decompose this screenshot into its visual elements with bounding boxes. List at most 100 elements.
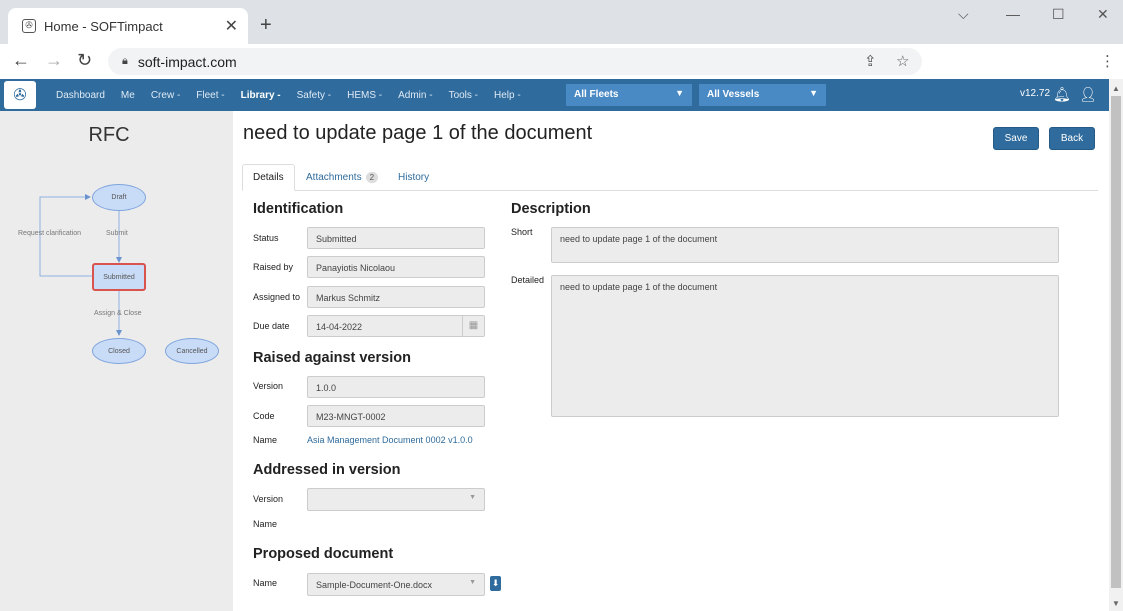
page-title: need to update page 1 of the document (243, 122, 593, 144)
raised-code-label: Code (253, 411, 275, 421)
calendar-icon[interactable]: ▦ (462, 316, 484, 336)
addressed-name-label: Name (253, 519, 278, 529)
assigned-to-value: Markus Schmitz (316, 293, 381, 303)
raised-against-heading: Raised against version (253, 350, 411, 366)
site-favicon-icon: ✇ (22, 19, 36, 33)
bookmark-star-icon[interactable]: ☆ (896, 52, 909, 70)
raised-by-label: Raised by (253, 262, 294, 272)
tab-details[interactable]: Details (242, 164, 295, 191)
status-field: Submitted (307, 227, 485, 249)
nav-crew[interactable]: Crew - (143, 90, 188, 101)
flow-label-submit: Submit (106, 230, 128, 237)
nav-tools[interactable]: Tools - (441, 90, 486, 101)
proposed-document-heading: Proposed document (253, 546, 394, 562)
fleet-select-value: All Fleets (574, 89, 619, 100)
detailed-description-value: need to update page 1 of the document (560, 282, 718, 292)
dropdown-caret-icon: ▼ (809, 88, 818, 98)
tab-history-label: History (398, 172, 430, 183)
raised-by-field: Panayiotis Nicolaou (307, 256, 485, 278)
browser-menu-icon[interactable]: ⋮ (1100, 52, 1115, 70)
share-icon[interactable]: ⇪ (864, 52, 877, 70)
dropdown-caret-icon: ▼ (469, 579, 476, 586)
user-profile-icon[interactable]: 👤︎ (1079, 86, 1097, 103)
raised-document-link[interactable]: Asia Management Document 0002 v1.0.0 (307, 435, 473, 445)
tab-search-icon[interactable]: ⌵ (958, 6, 969, 23)
nav-dashboard[interactable]: Dashboard (48, 90, 113, 101)
raised-version-value: 1.0.0 (316, 383, 337, 393)
workflow-node-submitted: Submitted (92, 263, 146, 291)
raised-by-value: Panayiotis Nicolaou (316, 263, 396, 273)
workflow-node-closed: Closed (92, 338, 146, 364)
workflow-title: RFC (88, 124, 130, 146)
short-description-value: need to update page 1 of the document (560, 234, 718, 244)
url-text: soft-impact.com (137, 53, 237, 70)
fleet-select[interactable]: All Fleets ▼ (566, 84, 692, 106)
lock-icon: 🔒︎ (122, 55, 128, 67)
raised-version-field: 1.0.0 (307, 376, 485, 398)
app-version: v12.72 (1020, 88, 1051, 99)
proposed-name-label: Name (253, 578, 278, 588)
raised-name-label: Name (253, 435, 278, 445)
due-date-value: 14-04-2022 (316, 322, 363, 332)
assigned-to-field: Markus Schmitz (307, 286, 485, 308)
tab-history[interactable]: History (388, 164, 439, 191)
scroll-up-arrow-icon[interactable]: ▲ (1112, 84, 1120, 93)
raised-version-label: Version (253, 381, 284, 391)
new-tab-icon[interactable]: + (260, 14, 272, 37)
scroll-down-arrow-icon[interactable]: ▼ (1112, 599, 1120, 608)
browser-tab[interactable]: ✇ Home - SOFTimpact ✕ (8, 8, 248, 44)
window-close-icon[interactable]: ✕ (1097, 6, 1109, 23)
reload-icon[interactable]: ↻ (77, 50, 92, 71)
nav-fleet[interactable]: Fleet - (188, 90, 232, 101)
short-description-field: need to update page 1 of the document (551, 227, 1059, 263)
tab-details-label: Details (253, 172, 284, 183)
attachments-count-badge: 2 (365, 172, 379, 183)
notification-bell-icon[interactable]: 🔔︎ (1053, 86, 1071, 103)
dropdown-caret-icon: ▼ (469, 494, 476, 501)
identification-heading: Identification (253, 201, 344, 217)
workflow-node-cancelled: Cancelled (165, 338, 219, 364)
softimpact-logo-icon[interactable]: ✇ (4, 81, 36, 109)
url-input[interactable]: 🔒︎ soft-impact.com (108, 48, 922, 75)
tab-attachments[interactable]: Attachments 2 (296, 164, 388, 191)
workflow-node-draft: Draft (92, 184, 146, 211)
forward-arrow-icon[interactable]: → (45, 50, 63, 71)
addressed-in-heading: Addressed in version (253, 462, 401, 478)
nav-hems[interactable]: HEMS - (339, 90, 390, 101)
vessel-select-value: All Vessels (707, 89, 760, 100)
detailed-description-field: need to update page 1 of the document (551, 275, 1059, 417)
short-label: Short (511, 227, 533, 237)
detailed-label: Detailed (511, 275, 545, 285)
due-date-label: Due date (253, 321, 290, 331)
minimize-icon[interactable]: — (1006, 6, 1020, 22)
proposed-document-select[interactable]: Sample-Document-One.docx ▼ (307, 573, 485, 596)
nav-help[interactable]: Help - (486, 90, 529, 101)
browser-tab-title: Home - SOFTimpact (44, 18, 163, 34)
nav-library[interactable]: Library - (233, 90, 289, 101)
assigned-to-label: Assigned to (253, 292, 301, 302)
download-icon[interactable]: ⬇ (490, 576, 501, 591)
raised-code-value: M23-MNGT-0002 (316, 412, 386, 422)
flow-label-assign-close: Assign & Close (94, 310, 142, 317)
flow-label-request-clarification: Request clarification (18, 230, 82, 237)
proposed-document-value: Sample-Document-One.docx (316, 580, 433, 590)
addressed-version-select[interactable]: ▼ (307, 488, 485, 511)
tab-attachments-label: Attachments (306, 172, 362, 183)
nav-admin[interactable]: Admin - (390, 90, 440, 101)
description-heading: Description (511, 201, 591, 217)
app-navbar: ✇ Dashboard Me Crew - Fleet - Library - … (0, 79, 1109, 111)
back-button[interactable]: Back (1049, 127, 1095, 150)
maximize-icon[interactable]: ☐ (1052, 6, 1065, 23)
raised-code-field: M23-MNGT-0002 (307, 405, 485, 427)
status-label: Status (253, 233, 279, 243)
dropdown-caret-icon: ▼ (675, 88, 684, 98)
due-date-field: 14-04-2022 ▦ (307, 315, 485, 337)
nav-me[interactable]: Me (113, 90, 143, 101)
scrollbar-thumb[interactable] (1111, 96, 1121, 588)
nav-safety[interactable]: Safety - (289, 90, 339, 101)
back-arrow-icon[interactable]: ← (12, 50, 30, 71)
vessel-select[interactable]: All Vessels ▼ (699, 84, 826, 106)
status-value: Submitted (316, 234, 357, 244)
close-tab-icon[interactable]: ✕ (225, 16, 238, 36)
save-button[interactable]: Save (993, 127, 1039, 150)
